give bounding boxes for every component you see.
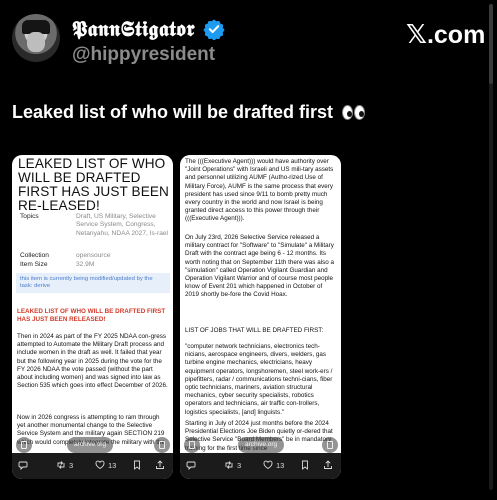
metadata-key: Topics <box>20 213 39 220</box>
retweet-count: 3 <box>69 460 74 470</box>
heart-icon <box>263 460 273 470</box>
bookmark-button[interactable] <box>300 460 310 470</box>
tweet-image-1[interactable]: LEAKED LIST OF WHO WILL BE DRAFTED FIRST… <box>12 155 173 479</box>
metadata-value: Draft, US Military, Selective Service Sy… <box>76 213 168 237</box>
reply-button[interactable] <box>18 460 28 470</box>
bookmark-icon <box>302 460 308 470</box>
verified-badge-icon <box>203 19 225 40</box>
metadata-value: opensource <box>76 252 111 259</box>
document-title: LEAKED LIST OF WHO WILL BE DRAFTED FIRST… <box>18 156 169 213</box>
scrollbar-thumb[interactable] <box>489 4 493 84</box>
retweet-icon <box>225 461 233 469</box>
x-logo-icon: 𝕏 <box>406 20 427 50</box>
tweet-text: Leaked list of who will be drafted first <box>12 102 366 125</box>
retweet-icon <box>57 461 65 469</box>
like-button[interactable]: 13 <box>95 460 116 470</box>
jobs-list: "computer network technicians, electroni… <box>185 343 333 416</box>
body-paragraph: On July 23rd, 2026 Selective Service rel… <box>185 234 335 299</box>
tweet-header: 𝕻𝖆𝖓𝖓𝕾𝖙𝖎𝖌𝖆𝖙𝖔𝖗 @hippyresident 𝕏.com <box>0 0 497 78</box>
retweet-button[interactable]: 3 <box>224 460 241 470</box>
red-heading: LEAKED LIST OF WHO WILL BE DRAFTED FIRST… <box>17 308 166 323</box>
like-button[interactable]: 13 <box>263 460 284 470</box>
body-paragraph: The (((Executive Agent))) would have aut… <box>185 158 334 223</box>
share-icon <box>324 460 332 469</box>
copy-icon[interactable] <box>154 437 170 453</box>
share-button[interactable] <box>323 460 333 470</box>
tab-switch-icon[interactable] <box>184 437 200 453</box>
tab-switch-icon[interactable] <box>16 437 32 453</box>
metadata-key: Collection <box>20 252 49 259</box>
bookmark-button[interactable] <box>132 460 142 470</box>
notice-banner: this item is currently being modified/up… <box>16 273 170 293</box>
x-brand-logo: 𝕏.com <box>406 20 486 50</box>
share-icon <box>156 460 164 469</box>
copy-icon[interactable] <box>322 437 338 453</box>
like-count: 13 <box>276 460 285 470</box>
avatar[interactable] <box>12 14 60 62</box>
reply-button[interactable] <box>186 460 196 470</box>
tweet-actions-bar: 3 13 <box>12 453 173 479</box>
metadata-item-size: Item Size 32.9M <box>20 261 170 271</box>
jobs-list-heading: LIST OF JOBS THAT WILL BE DRAFTED FIRST: <box>185 327 324 334</box>
scrollbar[interactable] <box>489 4 493 490</box>
tweet-image-2[interactable]: The (((Executive Agent))) would have aut… <box>180 155 341 479</box>
body-paragraph: Then in 2024 as part of the FY 2025 NDAA… <box>17 333 168 390</box>
avatar-face <box>27 32 45 52</box>
heart-icon <box>95 460 105 470</box>
tweet-actions-bar: 3 13 <box>180 453 341 479</box>
bookmark-icon <box>134 460 140 470</box>
like-count: 13 <box>108 460 117 470</box>
display-name[interactable]: 𝕻𝖆𝖓𝖓𝕾𝖙𝖎𝖌𝖆𝖙𝖔𝖗 <box>72 16 195 42</box>
metadata-value: 32.9M <box>76 261 95 268</box>
retweet-button[interactable]: 3 <box>56 460 73 470</box>
source-pill[interactable]: archive.org <box>67 437 114 453</box>
metadata-key: Item Size <box>20 261 48 268</box>
reply-icon <box>186 461 196 470</box>
eyes-emoji-icon <box>342 104 366 125</box>
reply-icon <box>18 461 28 470</box>
user-handle[interactable]: @hippyresident <box>72 44 215 66</box>
share-button[interactable] <box>155 460 165 470</box>
tweet-text-content: Leaked list of who will be drafted first <box>12 102 334 122</box>
retweet-count: 3 <box>237 460 242 470</box>
source-pill[interactable]: archive.org <box>238 437 285 453</box>
